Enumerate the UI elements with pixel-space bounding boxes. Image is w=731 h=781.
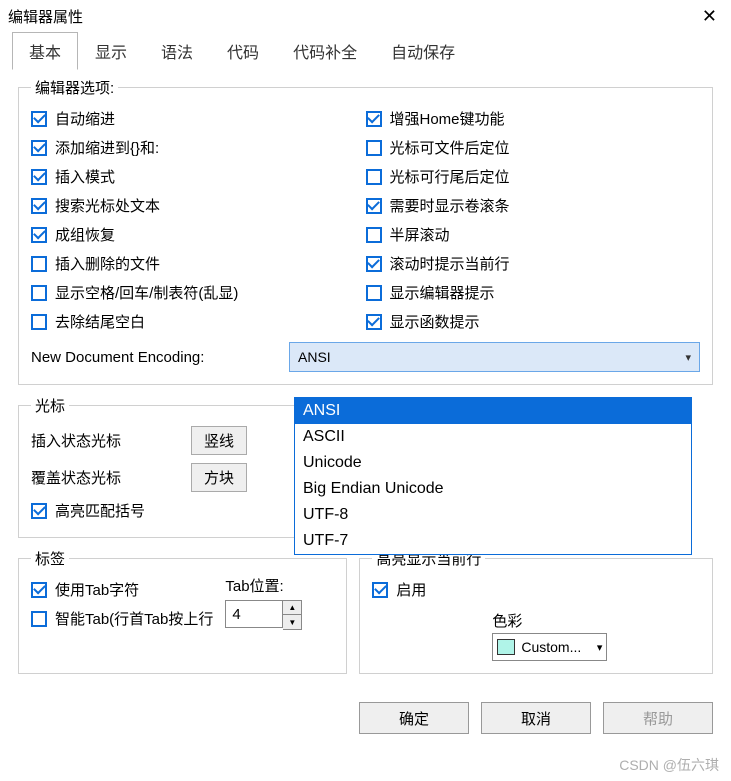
tab-code[interactable]: 代码 bbox=[210, 32, 276, 70]
tab-basic[interactable]: 基本 bbox=[12, 32, 78, 70]
chk-highlight-enable-label: 启用 bbox=[396, 579, 426, 600]
insert-cursor-label: 插入状态光标 bbox=[31, 430, 191, 451]
spinner-down-icon[interactable]: ▼ bbox=[283, 615, 301, 629]
group-highlight-line: 高亮显示当前行 启用 色彩 Custom... ▾ bbox=[359, 548, 713, 674]
encoding-option-ascii[interactable]: ASCII bbox=[295, 424, 691, 450]
chk-insert-deleted-files-label: 插入删除的文件 bbox=[55, 253, 160, 274]
group-editor-options-legend: 编辑器选项: bbox=[31, 77, 118, 98]
chk-editor-hints-label: 显示编辑器提示 bbox=[390, 282, 495, 303]
encoding-label: New Document Encoding: bbox=[31, 349, 289, 366]
chk-cursor-past-eol[interactable] bbox=[366, 169, 382, 185]
options-col-right: 增强Home键功能 光标可文件后定位 光标可行尾后定位 需要时显示卷滚条 半屏滚… bbox=[366, 104, 701, 336]
chk-enhanced-home[interactable] bbox=[366, 111, 382, 127]
chk-auto-indent[interactable] bbox=[31, 111, 47, 127]
chk-auto-indent-label: 自动缩进 bbox=[55, 108, 115, 129]
chk-use-tab-char[interactable] bbox=[31, 582, 47, 598]
help-button[interactable]: 帮助 bbox=[603, 702, 713, 734]
tab-position-input[interactable] bbox=[225, 600, 283, 628]
chk-half-page-scroll-label: 半屏滚动 bbox=[390, 224, 450, 245]
chk-cursor-past-eol-label: 光标可行尾后定位 bbox=[390, 166, 510, 187]
window-title: 编辑器属性 bbox=[8, 6, 83, 27]
content-area: 编辑器选项: 自动缩进 添加缩进到{}和: 插入模式 搜索光标处文本 成组恢复 … bbox=[0, 71, 731, 694]
chk-highlight-bracket[interactable] bbox=[31, 503, 47, 519]
encoding-dropdown-list[interactable]: ANSI ASCII Unicode Big Endian Unicode UT… bbox=[294, 397, 692, 555]
group-cursor-legend: 光标 bbox=[31, 395, 69, 416]
ok-button[interactable]: 确定 bbox=[359, 702, 469, 734]
chk-cursor-past-eof-label: 光标可文件后定位 bbox=[390, 137, 510, 158]
encoding-option-ansi[interactable]: ANSI bbox=[295, 398, 691, 424]
watermark: CSDN @伍六琪 bbox=[619, 755, 719, 775]
cancel-button[interactable]: 取消 bbox=[481, 702, 591, 734]
encoding-select[interactable]: ANSI ▾ bbox=[289, 342, 700, 372]
tab-position-spinner[interactable]: ▲ ▼ bbox=[225, 600, 302, 630]
tab-strip: 基本 显示 语法 代码 代码补全 自动保存 bbox=[0, 32, 731, 71]
chk-scroll-hint-line-label: 滚动时提示当前行 bbox=[390, 253, 510, 274]
chk-insert-deleted-files[interactable] bbox=[31, 256, 47, 272]
chk-cursor-past-eof[interactable] bbox=[366, 140, 382, 156]
chk-function-hints-label: 显示函数提示 bbox=[390, 311, 480, 332]
chk-insert-mode-label: 插入模式 bbox=[55, 166, 115, 187]
group-editor-options: 编辑器选项: 自动缩进 添加缩进到{}和: 插入模式 搜索光标处文本 成组恢复 … bbox=[18, 77, 713, 385]
chk-group-undo[interactable] bbox=[31, 227, 47, 243]
color-label: 色彩 bbox=[492, 610, 522, 631]
chk-show-whitespace-label: 显示空格/回车/制表符(乱显) bbox=[55, 282, 238, 303]
tab-autosave[interactable]: 自动保存 bbox=[374, 32, 472, 70]
tab-display[interactable]: 显示 bbox=[78, 32, 144, 70]
insert-cursor-button[interactable]: 竖线 bbox=[191, 426, 247, 455]
overwrite-cursor-button[interactable]: 方块 bbox=[191, 463, 247, 492]
chk-highlight-bracket-label: 高亮匹配括号 bbox=[55, 500, 145, 521]
chk-search-cursor-text[interactable] bbox=[31, 198, 47, 214]
chevron-down-icon: ▾ bbox=[597, 641, 603, 654]
chk-add-indent-braces-label: 添加缩进到{}和: bbox=[55, 137, 159, 158]
chk-trim-trailing-label: 去除结尾空白 bbox=[55, 311, 145, 332]
encoding-option-unicode[interactable]: Unicode bbox=[295, 450, 691, 476]
chk-group-undo-label: 成组恢复 bbox=[55, 224, 115, 245]
chk-half-page-scroll[interactable] bbox=[366, 227, 382, 243]
tab-syntax[interactable]: 语法 bbox=[144, 32, 210, 70]
spinner-up-icon[interactable]: ▲ bbox=[283, 601, 301, 615]
options-col-left: 自动缩进 添加缩进到{}和: 插入模式 搜索光标处文本 成组恢复 插入删除的文件… bbox=[31, 104, 366, 336]
chk-scrollbar-needed-label: 需要时显示卷滚条 bbox=[390, 195, 510, 216]
group-tabs: 标签 使用Tab字符 智能Tab(行首Tab按上行 Tab位置: bbox=[18, 548, 347, 674]
dialog-buttons: 确定 取消 帮助 bbox=[0, 694, 731, 734]
color-combo[interactable]: Custom... ▾ bbox=[492, 633, 607, 661]
close-icon[interactable]: ✕ bbox=[696, 6, 723, 27]
color-swatch-icon bbox=[497, 639, 515, 655]
chk-scroll-hint-line[interactable] bbox=[366, 256, 382, 272]
encoding-select-value: ANSI bbox=[298, 349, 331, 365]
titlebar: 编辑器属性 ✕ bbox=[0, 0, 731, 32]
chk-use-tab-char-label: 使用Tab字符 bbox=[55, 579, 139, 600]
encoding-option-utf7[interactable]: UTF-7 bbox=[295, 528, 691, 554]
encoding-option-be-unicode[interactable]: Big Endian Unicode bbox=[295, 476, 691, 502]
overwrite-cursor-label: 覆盖状态光标 bbox=[31, 467, 191, 488]
chk-add-indent-braces[interactable] bbox=[31, 140, 47, 156]
chk-highlight-enable[interactable] bbox=[372, 582, 388, 598]
chk-show-whitespace[interactable] bbox=[31, 285, 47, 301]
encoding-option-utf8[interactable]: UTF-8 bbox=[295, 502, 691, 528]
chk-smart-tab[interactable] bbox=[31, 611, 47, 627]
tab-position-label: Tab位置: bbox=[225, 575, 283, 596]
group-tabs-legend: 标签 bbox=[31, 548, 69, 569]
chevron-down-icon: ▾ bbox=[685, 351, 691, 364]
chk-scrollbar-needed[interactable] bbox=[366, 198, 382, 214]
chk-function-hints[interactable] bbox=[366, 314, 382, 330]
chk-smart-tab-label: 智能Tab(行首Tab按上行 bbox=[55, 608, 213, 629]
chk-insert-mode[interactable] bbox=[31, 169, 47, 185]
chk-trim-trailing[interactable] bbox=[31, 314, 47, 330]
tab-completion[interactable]: 代码补全 bbox=[276, 32, 374, 70]
color-combo-value: Custom... bbox=[521, 639, 581, 655]
chk-editor-hints[interactable] bbox=[366, 285, 382, 301]
chk-enhanced-home-label: 增强Home键功能 bbox=[390, 108, 505, 129]
chk-search-cursor-text-label: 搜索光标处文本 bbox=[55, 195, 160, 216]
